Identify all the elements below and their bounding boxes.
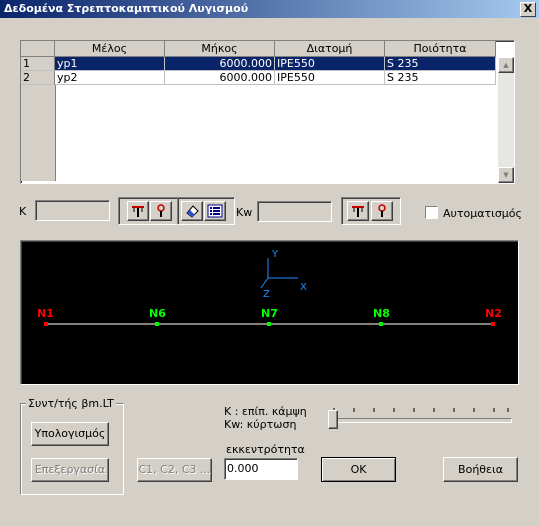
node-n1[interactable]: N1: [37, 307, 54, 320]
quality-cell[interactable]: S 235: [385, 71, 496, 85]
column-header-section[interactable]: Διατομή: [275, 41, 385, 57]
node-marker: [491, 322, 495, 326]
eccentricity-input[interactable]: 0.000: [224, 458, 298, 480]
pin-support-icon: [378, 204, 386, 217]
eraser-button[interactable]: [181, 201, 203, 221]
section-cell[interactable]: IPE550: [275, 71, 385, 85]
column-header-member[interactable]: Μέλος: [55, 41, 165, 57]
calculate-button[interactable]: Υπολογισμός: [31, 422, 109, 446]
scroll-up-button[interactable]: ▲: [498, 57, 514, 73]
length-cell[interactable]: 6000.000: [165, 71, 275, 85]
node-marker: [267, 322, 271, 326]
legend-k: K : επίπ. κάμψη: [224, 405, 307, 418]
axis-y-label: Y: [272, 249, 279, 260]
member-diagram[interactable]: Y X Z N1 N6 N7 N8 N2: [20, 240, 519, 385]
length-cell[interactable]: 6000.000: [165, 57, 275, 71]
axis-z-label: Z: [263, 289, 270, 300]
k-input[interactable]: [35, 200, 110, 221]
k-pin-support-button[interactable]: [150, 201, 172, 221]
k-fixed-support-button[interactable]: [127, 201, 149, 221]
slider-track[interactable]: [332, 418, 512, 423]
ok-button[interactable]: OK: [321, 457, 396, 482]
k-label: K: [19, 205, 27, 218]
window-title: Δεδομένα Στρεπτοκαμπτικού Λυγισμού: [4, 2, 249, 15]
auto-label: Αυτοματισμός: [443, 207, 522, 220]
fixed-support-icon: [352, 206, 364, 217]
ticks: [332, 404, 512, 412]
grid-corner-header: [21, 41, 55, 57]
axis-x-label: X: [300, 282, 307, 293]
members-grid[interactable]: Μέλος Μήκος Διατομή Ποιότητα 1 yp1 6000.…: [20, 40, 515, 184]
scroll-down-button[interactable]: ▼: [498, 167, 514, 183]
node-marker: [44, 322, 48, 326]
kw-pin-support-button[interactable]: [371, 201, 393, 221]
node-n7[interactable]: N7: [261, 307, 278, 320]
node-marker: [379, 322, 383, 326]
member-cell[interactable]: yp2: [55, 71, 165, 85]
node-marker: [155, 322, 159, 326]
node-n2[interactable]: N2: [485, 307, 502, 320]
coefficient-group-title: Συντ/τής βm.LT: [26, 397, 116, 410]
kw-input[interactable]: [257, 201, 332, 222]
title-bar: Δεδομένα Στρεπτοκαμπτικού Λυγισμού X: [0, 0, 539, 18]
z-axis: [260, 277, 269, 289]
edit-button[interactable]: Επεξεργασία: [31, 458, 109, 482]
slider-thumb[interactable]: [328, 410, 338, 429]
kw-fixed-support-button[interactable]: [347, 201, 369, 221]
pin-support-icon: [157, 204, 165, 217]
close-button[interactable]: X: [520, 2, 536, 17]
help-button[interactable]: Βοήθεια: [443, 457, 518, 482]
column-header-length[interactable]: Μήκος: [165, 41, 275, 57]
member-cell[interactable]: yp1: [55, 57, 165, 71]
eraser-icon: [186, 205, 199, 218]
row-number[interactable]: 1: [21, 57, 55, 71]
kw-label: Kw: [236, 206, 253, 219]
row-number[interactable]: 2: [21, 71, 55, 85]
quality-cell[interactable]: S 235: [385, 57, 496, 71]
node-n8[interactable]: N8: [373, 307, 390, 320]
section-cell[interactable]: IPE550: [275, 57, 385, 71]
grid-vertical-scrollbar[interactable]: ▲ ▼: [498, 57, 514, 183]
row-header-strip: [21, 85, 56, 181]
legend-kw: Kw: κύρτωση: [224, 418, 297, 431]
c-coefficients-button[interactable]: C1, C2, C3 ...: [137, 458, 212, 482]
list-icon: [207, 204, 223, 218]
column-header-quality[interactable]: Ποιότητα: [385, 41, 496, 57]
list-button[interactable]: [204, 201, 226, 221]
node-n6[interactable]: N6: [149, 307, 166, 320]
eccentricity-label: εκκεντρότητα: [226, 443, 305, 456]
fixed-support-icon: [132, 206, 144, 217]
